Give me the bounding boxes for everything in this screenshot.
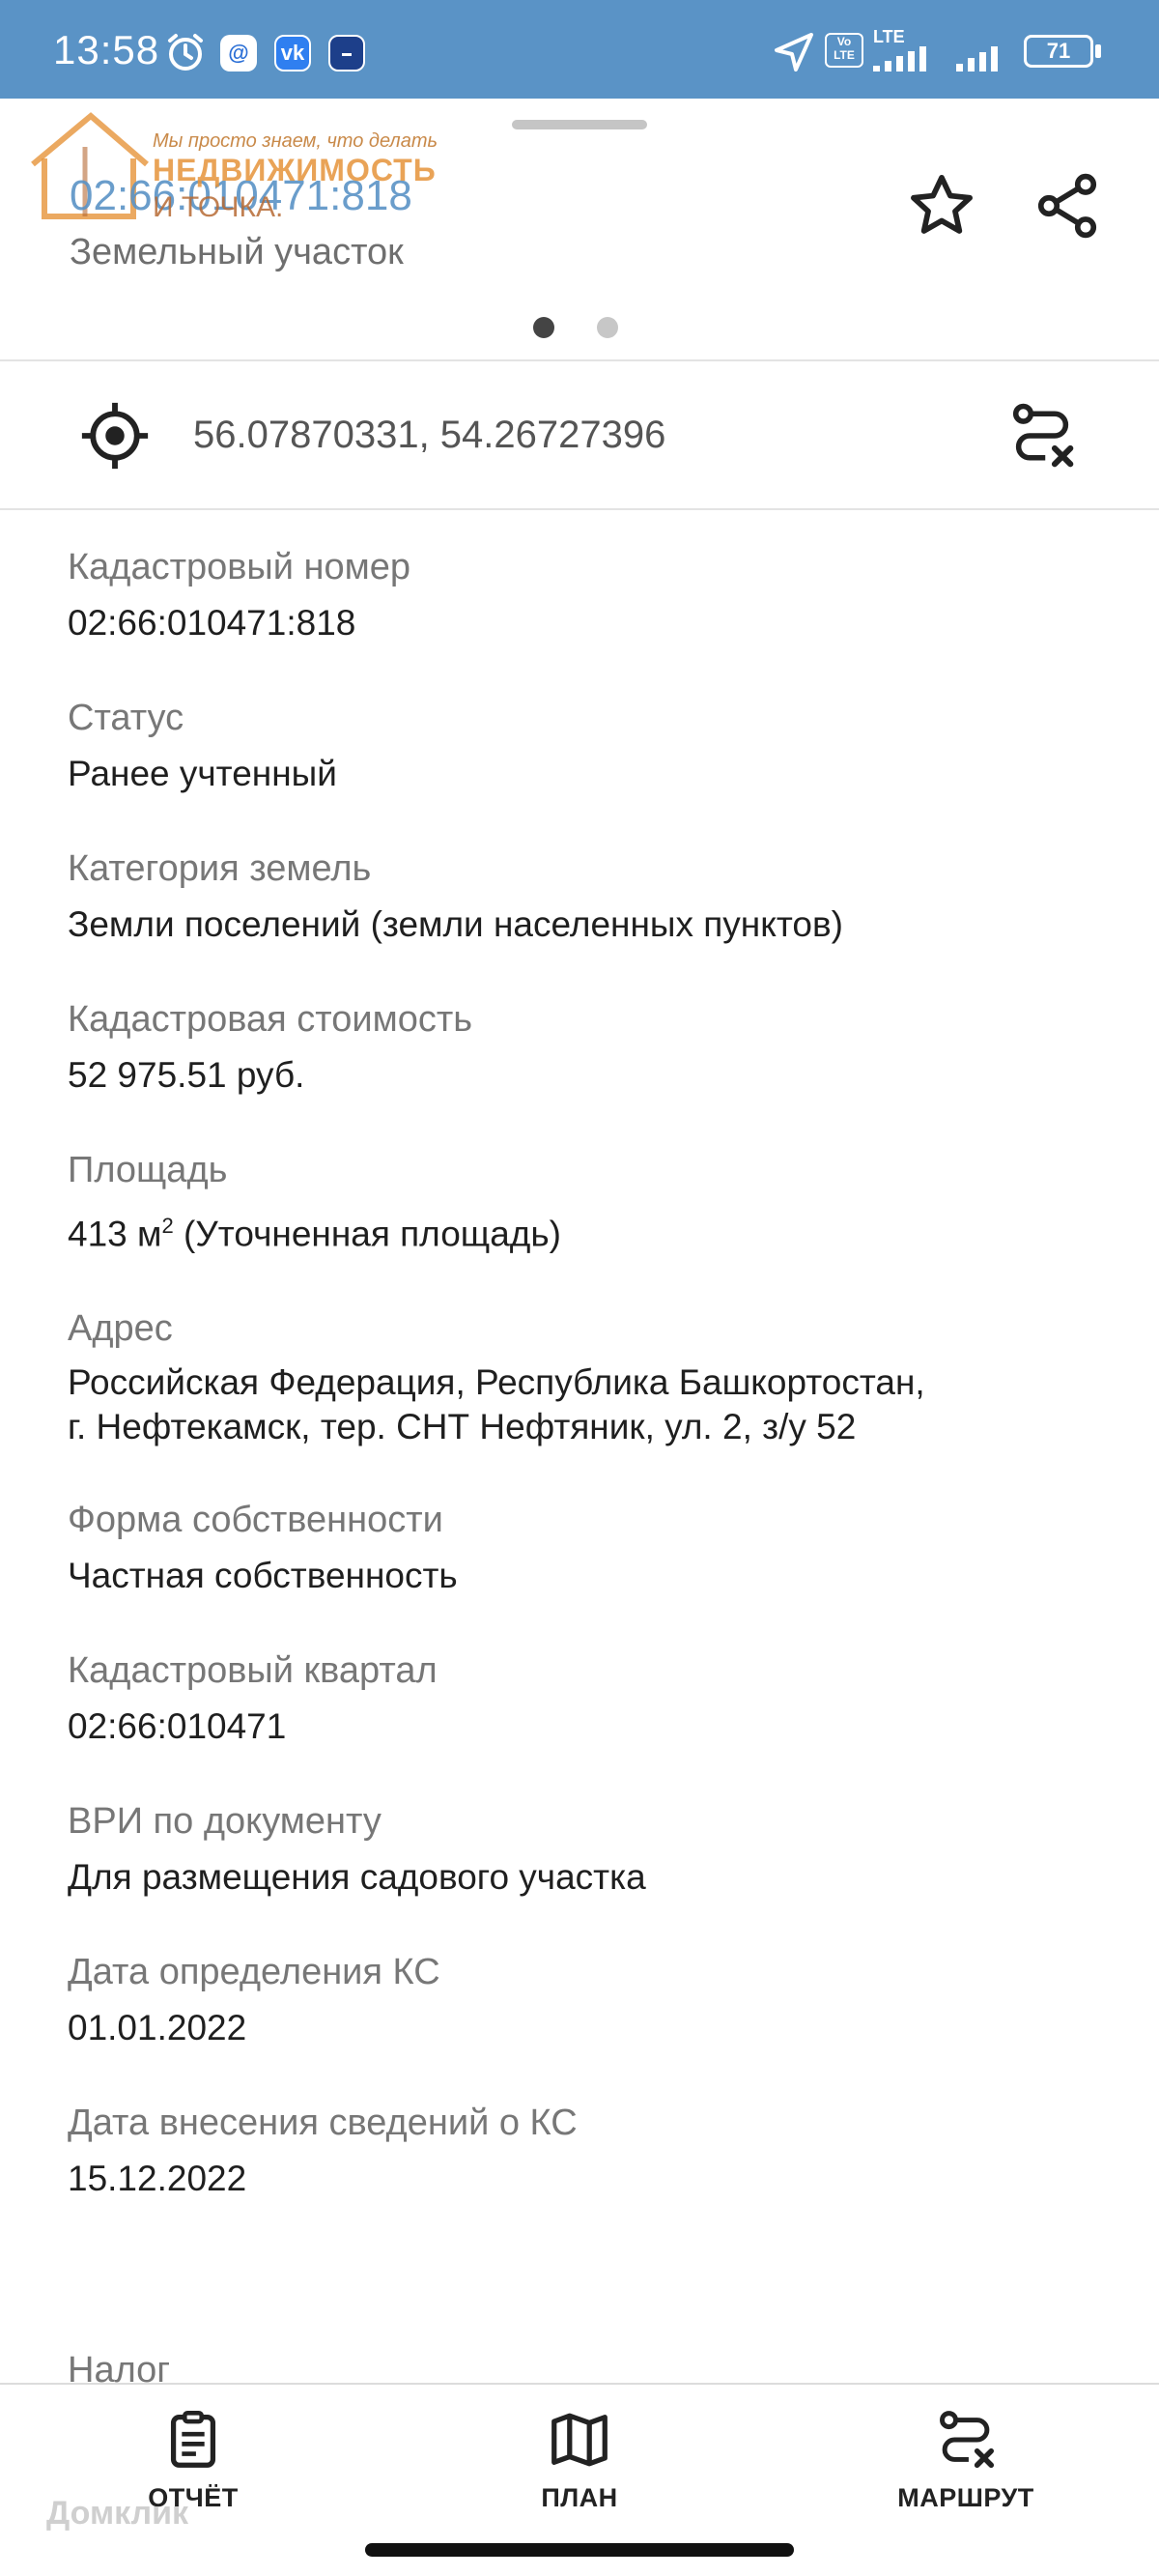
field-value: Ранее учтенный bbox=[68, 754, 337, 793]
field-cadastral-number: Кадастровый номер 02:66:010471:818 bbox=[68, 543, 1091, 647]
domclick-watermark: Домклик bbox=[46, 2495, 189, 2532]
field-value: 52 975.51 руб. bbox=[68, 1055, 305, 1095]
field-land-category: Категория земель Земли поселений (земли … bbox=[68, 844, 1091, 949]
nav-route-label: МАРШРУТ bbox=[897, 2483, 1034, 2512]
field-cadastral-value: Кадастровая стоимость 52 975.51 руб. bbox=[68, 995, 1091, 1100]
field-label: Категория земель bbox=[68, 848, 372, 889]
header-divider bbox=[0, 359, 1159, 361]
field-value: 01.01.2022 bbox=[68, 2008, 247, 2048]
status-bar: 13:58 @ vk ▬ Vo LTE LTE 71 bbox=[0, 0, 1159, 99]
field-label: ВРИ по документу bbox=[68, 1801, 382, 1843]
nav-plan-label: ПЛАН bbox=[541, 2483, 618, 2512]
field-label: Кадастровый квартал bbox=[68, 1650, 438, 1692]
field-valuation-date: Дата определения КС 01.01.2022 bbox=[68, 1948, 1091, 2052]
field-label: Кадастровый номер bbox=[68, 547, 411, 587]
area-value: 413 м bbox=[68, 1214, 162, 1254]
crosshair-icon bbox=[77, 398, 153, 478]
route-clear-button[interactable] bbox=[1004, 398, 1080, 478]
field-value[interactable]: 02:66:010471:818 bbox=[68, 599, 1091, 647]
field-value: Частная собственность bbox=[68, 1556, 458, 1596]
coordinates-text[interactable]: 56.07870331, 54.26727396 bbox=[193, 414, 665, 457]
field-label: Форма собственности bbox=[68, 1500, 443, 1541]
battery-tip bbox=[1095, 44, 1101, 58]
star-icon bbox=[911, 175, 973, 234]
field-label: Площадь bbox=[68, 1150, 228, 1190]
field-value: Земли поселений (земли населенных пункто… bbox=[68, 904, 843, 944]
alarm-icon bbox=[164, 31, 207, 78]
area-note: (Уточненная площадь) bbox=[173, 1214, 561, 1254]
volte-icon: Vo LTE bbox=[825, 33, 863, 68]
nav-route[interactable]: МАРШРУТ bbox=[840, 2406, 1091, 2513]
map-icon bbox=[551, 2413, 608, 2467]
nav-plan[interactable]: ПЛАН bbox=[454, 2406, 705, 2513]
field-value: 15.12.2022 bbox=[68, 2159, 247, 2199]
share-button[interactable] bbox=[1026, 164, 1109, 247]
pager-dot-2[interactable] bbox=[597, 317, 618, 338]
parcel-type: Земельный участок bbox=[70, 232, 404, 272]
field-address: Адрес Российская Федерация, Республика Б… bbox=[68, 1304, 1091, 1449]
mail-app-icon: @ bbox=[220, 35, 257, 72]
pager-dots bbox=[533, 317, 618, 338]
pager-dot-1[interactable] bbox=[533, 317, 554, 338]
watermark-brand: НЕДВИЖИМОСТЬ bbox=[153, 153, 437, 187]
field-valuation-entry-date: Дата внесения сведений о КС 15.12.2022 bbox=[68, 2099, 1091, 2203]
field-label: Адрес bbox=[68, 1308, 173, 1350]
field-value: Для размещения садового участка bbox=[68, 1857, 646, 1898]
coords-divider bbox=[0, 508, 1159, 510]
field-label: Кадастровая стоимость bbox=[68, 999, 473, 1040]
field-status: Статус Ранее учтенный bbox=[68, 694, 1091, 798]
vk-app-icon: vk bbox=[274, 35, 311, 72]
field-label: Дата внесения сведений о КС bbox=[68, 2103, 578, 2144]
field-area: Площадь 413 м2 (Уточненная площадь) bbox=[68, 1146, 1091, 1258]
favorite-button[interactable] bbox=[900, 164, 983, 247]
field-cadastral-quarter: Кадастровый квартал 02:66:010471 bbox=[68, 1646, 1091, 1751]
field-ownership-form: Форма собственности Частная собственност… bbox=[68, 1496, 1091, 1600]
watermark-sub: И ТОЧКА. bbox=[153, 191, 284, 223]
status-time: 13:58 bbox=[53, 27, 160, 72]
signal-strength-1-icon bbox=[873, 46, 943, 76]
route-icon bbox=[940, 2411, 995, 2469]
field-value: 413 м2 (Уточненная площадь) bbox=[68, 1202, 1091, 1258]
area-unit-power: 2 bbox=[161, 1214, 174, 1238]
field-value[interactable]: Российская Федерация, Республика Башкорт… bbox=[68, 1360, 937, 1449]
lte-label: LTE bbox=[873, 27, 905, 46]
app-notification-icon: ▬ bbox=[328, 35, 365, 72]
field-permitted-use: ВРИ по документу Для размещения садового… bbox=[68, 1797, 1091, 1902]
field-label: Дата определения КС bbox=[68, 1952, 440, 1993]
sheet-grab-handle[interactable] bbox=[512, 120, 647, 129]
clipboard-icon bbox=[170, 2410, 216, 2468]
field-value[interactable]: 02:66:010471 bbox=[68, 1703, 1091, 1751]
battery-icon: 71 bbox=[1024, 35, 1093, 68]
route-icon bbox=[1012, 403, 1074, 468]
coordinates-row[interactable]: 56.07870331, 54.26727396 bbox=[0, 363, 1159, 508]
field-label: Статус bbox=[68, 698, 184, 738]
share-icon bbox=[1037, 173, 1097, 239]
parcel-info-list: Кадастровый номер 02:66:010471:818 Стату… bbox=[68, 543, 1091, 2203]
location-arrow-icon bbox=[773, 31, 815, 78]
signal-strength-2-icon bbox=[956, 46, 1010, 76]
home-indicator[interactable] bbox=[365, 2543, 794, 2557]
watermark-slogan: Мы просто знаем, что делать bbox=[153, 130, 438, 152]
